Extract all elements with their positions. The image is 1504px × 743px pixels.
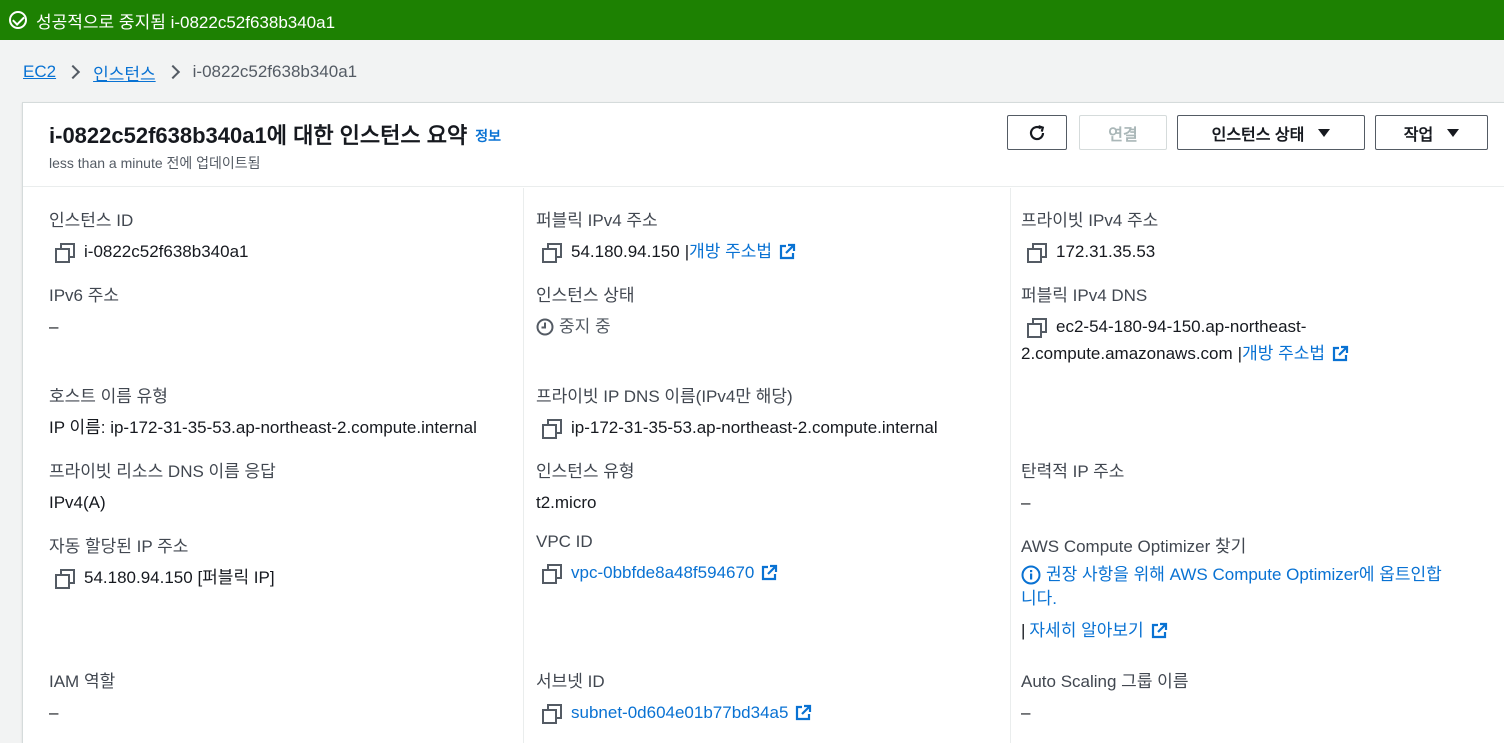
open-address-link[interactable]: 개방 주소법 (1242, 342, 1325, 366)
open-address-link[interactable]: 개방 주소법 (689, 240, 772, 264)
copy-icon[interactable] (1027, 242, 1047, 263)
field-hostname-type: 호스트 이름 유형 IP 이름: ip-172-31-35-53.ap-nort… (49, 382, 477, 440)
field-label: IPv6 주소 (49, 286, 120, 305)
separator: | (1021, 621, 1026, 640)
field-label: 프라이빗 리소스 DNS 이름 응답 (49, 462, 276, 481)
refresh-icon (1029, 124, 1045, 140)
refresh-button[interactable] (1007, 115, 1067, 150)
field-label: 탄력적 IP 주소 (1021, 462, 1125, 481)
learn-more-link[interactable]: 자세히 알아보기 (1029, 619, 1143, 643)
external-link-icon[interactable] (1331, 345, 1349, 363)
caret-down-icon (1447, 128, 1460, 137)
field-instance-type: 인스턴스 유형 t2.micro (536, 457, 635, 515)
field-subnet-id: 서브넷 ID subnet-0d604e01b77bd34a5 (536, 667, 812, 725)
chevron-right-icon (66, 64, 81, 80)
breadcrumb-ec2[interactable]: EC2 (23, 62, 56, 82)
caret-down-icon (1318, 128, 1331, 137)
field-compute-optimizer: AWS Compute Optimizer 찾기 권장 사항을 위해 AWS C… (1021, 532, 1442, 643)
copy-icon[interactable] (542, 563, 562, 584)
instance-state-label: 인스턴스 상태 (1211, 126, 1305, 144)
details-column-2: 퍼블릭 IPv4 주소 54.180.94.150 | 개방 주소법 인스턴스 … (524, 188, 1011, 743)
field-label: 호스트 이름 유형 (49, 387, 168, 406)
page-title-text: i-0822c52f638b340a1에 대한 인스턴스 요약 (49, 123, 468, 148)
field-label: IAM 역할 (49, 672, 116, 691)
clock-icon (536, 318, 554, 336)
field-ipv6: IPv6 주소 – (49, 281, 119, 339)
breadcrumb: EC2 인스턴스 i-0822c52f638b340a1 (23, 60, 357, 84)
private-dns-value: ip-172-31-35-53.ap-northeast-2.compute.i… (571, 418, 938, 437)
resource-dns-value: IPv4(A) (49, 493, 106, 512)
instance-type-value: t2.micro (536, 493, 597, 512)
field-label: AWS Compute Optimizer 찾기 (1021, 537, 1247, 556)
external-link-icon[interactable] (1150, 622, 1168, 640)
optimizer-opt-in-link-cont[interactable]: 니다. (1021, 587, 1057, 611)
external-link-icon[interactable] (760, 564, 778, 582)
info-icon (1021, 565, 1041, 585)
instance-summary-panel: i-0822c52f638b340a1에 대한 인스턴스 요약 정보 less t… (22, 102, 1504, 743)
breadcrumb-current: i-0822c52f638b340a1 (192, 62, 358, 81)
field-elastic-ip: 탄력적 IP 주소 – (1021, 457, 1124, 515)
field-private-ipv4: 프라이빗 IPv4 주소 172.31.35.53 (1021, 206, 1158, 264)
instance-state-dropdown[interactable]: 인스턴스 상태 (1177, 115, 1365, 150)
connect-button[interactable]: 연결 (1079, 115, 1167, 150)
copy-icon[interactable] (1027, 317, 1047, 338)
flash-message: 성공적으로 중지됨 i-0822c52f638b340a1 (36, 12, 336, 32)
field-asg-name: Auto Scaling 그룹 이름 – (1021, 667, 1188, 725)
field-private-dns: 프라이빗 IP DNS 이름(IPv4만 해당) ip-172-31-35-53… (536, 382, 938, 440)
field-instance-state: 인스턴스 상태 중지 중 (536, 281, 635, 339)
field-iam-role: IAM 역할 – (49, 667, 115, 725)
instance-state-value: 중지 중 (559, 317, 611, 336)
panel-header: i-0822c52f638b340a1에 대한 인스턴스 요약 정보 less t… (23, 103, 1504, 187)
subnet-id-link[interactable]: subnet-0d604e01b77bd34a5 (571, 701, 788, 725)
field-instance-id: 인스턴스 ID i-0822c52f638b340a1 (49, 206, 248, 264)
hostname-type-value: IP 이름: ip-172-31-35-53.ap-northeast-2.co… (49, 418, 477, 437)
field-label: 프라이빗 IPv4 주소 (1021, 211, 1159, 230)
page-title: i-0822c52f638b340a1에 대한 인스턴스 요약 정보 (49, 118, 501, 150)
public-ipv4-value: 54.180.94.150 (571, 242, 680, 261)
field-resource-dns: 프라이빗 리소스 DNS 이름 응답 IPv4(A) (49, 457, 276, 515)
private-ipv4-value: 172.31.35.53 (1056, 242, 1156, 261)
auto-ip-value: 54.180.94.150 [퍼블릭 IP] (84, 568, 275, 587)
field-public-dns: 퍼블릭 IPv4 DNS ec2-54-180-94-150.ap-northe… (1021, 281, 1349, 366)
asg-name-value: – (1021, 703, 1031, 722)
iam-role-value: – (49, 703, 59, 722)
public-dns-value-line2: 2.compute.amazonaws.com (1021, 344, 1233, 363)
ipv6-value: – (49, 317, 59, 336)
actions-dropdown[interactable]: 작업 (1375, 115, 1488, 150)
copy-icon[interactable] (542, 242, 562, 263)
instance-id-value: i-0822c52f638b340a1 (84, 242, 249, 261)
check-circle-icon (9, 11, 27, 29)
field-label: 자동 할당된 IP 주소 (49, 537, 189, 556)
copy-icon[interactable] (55, 242, 75, 263)
breadcrumb-instances[interactable]: 인스턴스 (93, 60, 156, 85)
external-link-icon[interactable] (778, 243, 796, 261)
external-link-icon[interactable] (794, 704, 812, 722)
public-dns-value-line1: ec2-54-180-94-150.ap-northeast- (1056, 317, 1307, 336)
optimizer-opt-in-link[interactable]: 권장 사항을 위해 AWS Compute Optimizer에 옵트인합 (1046, 563, 1442, 587)
copy-icon[interactable] (542, 703, 562, 724)
actions-label: 작업 (1403, 126, 1434, 144)
field-label: 인스턴스 상태 (536, 286, 635, 305)
details-column-1: 인스턴스 ID i-0822c52f638b340a1 IPv6 주소 – 호스… (23, 188, 524, 743)
field-label: 프라이빗 IP DNS 이름(IPv4만 해당) (536, 387, 793, 406)
details-column-3: 프라이빗 IPv4 주소 172.31.35.53 퍼블릭 IPv4 DNS e… (1011, 188, 1504, 743)
field-label: 퍼블릭 IPv4 DNS (1021, 286, 1148, 305)
elastic-ip-value: – (1021, 493, 1031, 512)
copy-icon[interactable] (55, 568, 75, 589)
field-label: Auto Scaling 그룹 이름 (1021, 672, 1189, 691)
field-label: 인스턴스 ID (49, 211, 134, 230)
field-public-ipv4: 퍼블릭 IPv4 주소 54.180.94.150 | 개방 주소법 (536, 206, 796, 264)
last-updated: less than a minute 전에 업데이트됨 (49, 155, 261, 171)
field-label: VPC ID (536, 532, 593, 551)
info-link[interactable]: 정보 (475, 128, 501, 144)
field-auto-ip: 자동 할당된 IP 주소 54.180.94.150 [퍼블릭 IP] (49, 532, 275, 590)
field-vpc-id: VPC ID vpc-0bbfde8a48f594670 (536, 532, 778, 585)
copy-icon[interactable] (542, 418, 562, 439)
chevron-right-icon (165, 64, 180, 80)
vpc-id-link[interactable]: vpc-0bbfde8a48f594670 (571, 561, 754, 585)
success-flash-banner: 성공적으로 중지됨 i-0822c52f638b340a1 (0, 0, 1504, 40)
field-label: 퍼블릭 IPv4 주소 (536, 211, 658, 230)
field-label: 인스턴스 유형 (536, 462, 635, 481)
field-label: 서브넷 ID (536, 672, 605, 691)
